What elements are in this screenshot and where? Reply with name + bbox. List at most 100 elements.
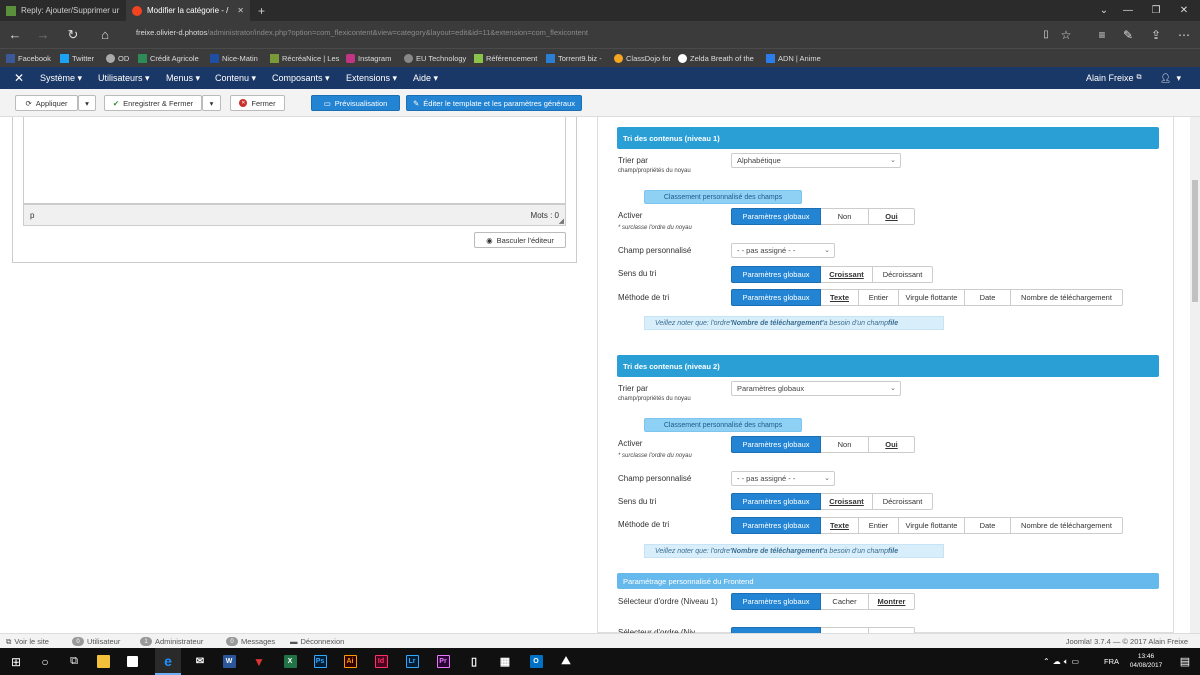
task-view-icon[interactable]: ⧉ — [61, 648, 87, 675]
selector-show-option[interactable]: Montrer — [869, 593, 915, 610]
close-window-icon[interactable]: ✕ — [1166, 0, 1200, 21]
share-icon[interactable]: ⇪ — [1144, 21, 1168, 48]
activate-no-option[interactable]: Non — [821, 436, 869, 453]
outlook-icon[interactable]: O — [523, 648, 549, 675]
method-integer-option[interactable]: Entier — [859, 289, 899, 306]
illustrator-icon[interactable]: Ai — [337, 648, 363, 675]
favorite-instagram[interactable]: Instagram — [346, 49, 391, 68]
activate-global-option[interactable]: Paramètres globaux — [731, 208, 821, 225]
favorite-nice-matin[interactable]: Nice-Matin — [210, 49, 258, 68]
menu-systeme[interactable]: Système ▾ — [40, 67, 82, 89]
activate-yes-option[interactable]: Oui — [869, 436, 915, 453]
editor-textarea[interactable] — [23, 117, 566, 204]
tablet-icon[interactable]: ▯ — [461, 648, 487, 675]
store-icon[interactable] — [119, 648, 145, 675]
menu-aide[interactable]: Aide ▾ — [413, 67, 438, 89]
edge-icon[interactable]: e — [155, 648, 181, 675]
menu-extensions[interactable]: Extensions ▾ — [346, 67, 397, 89]
url-field[interactable]: freixe.olivier-d.photos/administrator/in… — [136, 28, 588, 37]
favorite-recreanice[interactable]: RécréaNice | Les — [270, 49, 339, 68]
method-downloads-option[interactable]: Nombre de téléchargement — [1011, 517, 1123, 534]
tray-icons[interactable]: ⌃ ☁ 🔈︎ ▭ — [1043, 654, 1079, 669]
forward-icon[interactable]: → — [30, 21, 56, 48]
sort-by-select[interactable]: Alphabétique ⌄ — [731, 153, 901, 168]
direction-global-option[interactable]: Paramètres globaux — [731, 266, 821, 283]
new-tab-button[interactable]: + — [252, 0, 272, 21]
toggle-editor-button[interactable]: ◉ Basculer l'éditeur — [474, 232, 566, 248]
direction-desc-option[interactable]: Décroissant — [873, 493, 933, 510]
more-icon[interactable]: ⋯ — [1172, 21, 1196, 48]
favorite-torrent9[interactable]: Torrent9.biz - — [546, 49, 602, 68]
favorite-zelda[interactable]: Zelda Breath of the — [678, 49, 754, 68]
windows-start-icon[interactable]: ⊞ — [3, 648, 29, 675]
clock[interactable]: 13:46 04/08/2017 — [1128, 652, 1164, 670]
hub-icon[interactable]: ≡ — [1090, 21, 1114, 48]
search-icon[interactable]: ○ — [32, 648, 58, 675]
favorite-classdojo[interactable]: ClassDojo for — [614, 49, 671, 68]
favorite-eu-technology[interactable]: EU Technology — [404, 49, 466, 68]
edit-template-button[interactable]: ✎ Éditer le template et les paramètres gé… — [406, 95, 582, 111]
notifications-icon[interactable]: ▤ — [1172, 648, 1198, 675]
save-dropdown-button[interactable]: ▾ — [202, 95, 221, 111]
direction-asc-option[interactable]: Croissant — [821, 493, 873, 510]
method-date-option[interactable]: Date — [965, 517, 1011, 534]
messages-link[interactable]: 0 Messages — [226, 634, 275, 649]
direction-desc-option[interactable]: Décroissant — [873, 266, 933, 283]
favorite-credit-agricole[interactable]: Crédit Agricole — [138, 49, 199, 68]
web-note-icon[interactable]: ✎ — [1116, 21, 1140, 48]
scrollbar-thumb[interactable] — [1192, 180, 1198, 302]
menu-contenu[interactable]: Contenu ▾ — [215, 67, 256, 89]
method-text-option[interactable]: Texte — [821, 289, 859, 306]
language-indicator[interactable]: FRA — [1104, 654, 1119, 669]
admins-link[interactable]: 1 Administrateur — [140, 634, 203, 649]
user-menu[interactable]: 👤︎ ▾ — [1160, 67, 1181, 89]
method-date-option[interactable]: Date — [965, 289, 1011, 306]
photos-icon[interactable]: ⛰ — [553, 648, 579, 675]
excel-icon[interactable]: X — [277, 648, 303, 675]
premiere-icon[interactable]: Pr — [430, 648, 456, 675]
favorite-star-icon[interactable]: ☆ — [1054, 21, 1078, 48]
mail-icon[interactable]: ✉ — [187, 648, 213, 675]
method-downloads-option[interactable]: Nombre de téléchargement — [1011, 289, 1123, 306]
save-close-button[interactable]: ✔ Enregistrer & Fermer — [104, 95, 202, 111]
close-button[interactable]: ✕ Fermer — [230, 95, 285, 111]
word-icon[interactable]: W — [216, 648, 242, 675]
method-float-option[interactable]: Virgule flottante — [899, 517, 965, 534]
direction-asc-option[interactable]: Croissant — [821, 266, 873, 283]
sort-by-select[interactable]: Paramètres globaux ⌄ — [731, 381, 901, 396]
method-global-option[interactable]: Paramètres globaux — [731, 289, 821, 306]
selector-global-option[interactable]: Paramètres globaux — [731, 593, 821, 610]
favorite-referencement[interactable]: Référencement — [474, 49, 537, 68]
method-text-option[interactable]: Texte — [821, 517, 859, 534]
browser-tab-active[interactable]: Modifier la catégorie - / ✕ — [126, 0, 250, 21]
apply-dropdown-button[interactable]: ▾ — [78, 95, 96, 111]
direction-global-option[interactable]: Paramètres globaux — [731, 493, 821, 510]
selector-hide-option[interactable]: Cacher — [821, 593, 869, 610]
resize-handle-icon[interactable]: ◢ — [559, 217, 564, 225]
home-icon[interactable]: ⌂ — [92, 21, 118, 48]
activate-no-option[interactable]: Non — [821, 208, 869, 225]
users-link[interactable]: 0 Utilisateur — [72, 634, 120, 649]
method-float-option[interactable]: Virgule flottante — [899, 289, 965, 306]
file-explorer-icon[interactable] — [90, 648, 116, 675]
photoshop-icon[interactable]: Ps — [307, 648, 333, 675]
joomla-logo-icon[interactable]: ✕ — [14, 67, 24, 89]
indesign-icon[interactable]: Id — [368, 648, 394, 675]
favorite-twitter[interactable]: Twitter — [60, 49, 94, 68]
logout-link[interactable]: ▬ Déconnexion — [290, 634, 344, 649]
refresh-icon[interactable]: ↻ — [60, 21, 86, 48]
method-integer-option[interactable]: Entier — [859, 517, 899, 534]
menu-composants[interactable]: Composants ▾ — [272, 67, 330, 89]
favorite-facebook[interactable]: Facebook — [6, 49, 51, 68]
back-icon[interactable]: ← — [2, 21, 28, 48]
apply-button[interactable]: ⟳ Appliquer — [15, 95, 78, 111]
favorite-adn[interactable]: ADN | Anime — [766, 49, 821, 68]
vivaldi-icon[interactable]: ▼ — [246, 648, 272, 675]
custom-field-select[interactable]: - - pas assigné - - ⌄ — [731, 243, 835, 258]
view-site-link[interactable]: ⧉ Voir le site — [6, 634, 49, 649]
activate-global-option[interactable]: Paramètres globaux — [731, 436, 821, 453]
custom-field-select[interactable]: - - pas assigné - - ⌄ — [731, 471, 835, 486]
menu-utilisateurs[interactable]: Utilisateurs ▾ — [98, 67, 150, 89]
menu-menus[interactable]: Menus ▾ — [166, 67, 200, 89]
user-site-link[interactable]: Alain Freixe ⧉ — [1086, 67, 1142, 89]
